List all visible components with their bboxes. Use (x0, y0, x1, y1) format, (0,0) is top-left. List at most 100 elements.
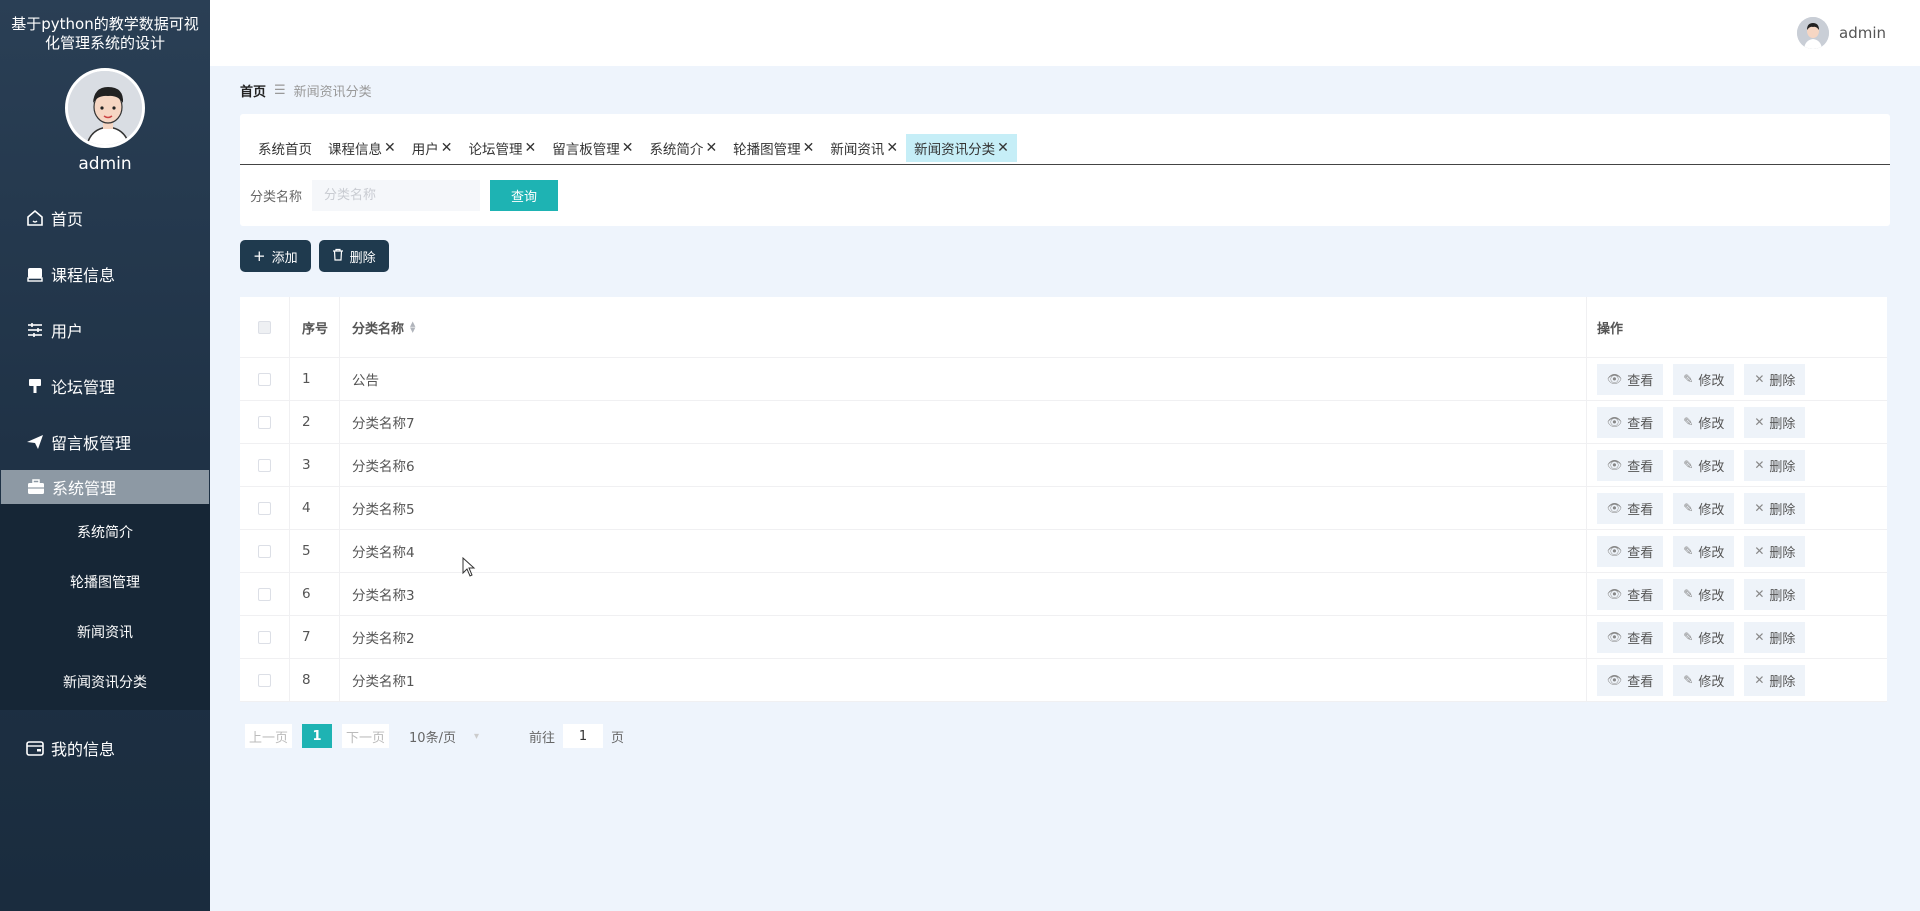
row-checkbox[interactable] (258, 501, 271, 515)
col-index: 序号 (290, 297, 340, 357)
row-delete-button[interactable]: ✕ 删除 (1744, 406, 1806, 438)
row-index: 2 (290, 401, 340, 443)
view-label: 查看 (1627, 631, 1654, 647)
close-icon[interactable]: ✕ (524, 140, 536, 156)
edit-icon: ✎ (1683, 544, 1694, 558)
next-page-button[interactable]: 下一页 (342, 724, 390, 748)
row-checkbox[interactable] (258, 587, 271, 601)
sidebar-item-users[interactable]: 用户 (0, 302, 210, 358)
edit-button[interactable]: ✎ 修改 (1673, 449, 1735, 481)
row-delete-button[interactable]: ✕ 删除 (1744, 664, 1806, 696)
prev-page-button[interactable]: 上一页 (245, 724, 293, 748)
edit-button[interactable]: ✎ 修改 (1673, 664, 1735, 696)
view-button[interactable]: 👁 查看 (1597, 492, 1664, 524)
row-delete-button[interactable]: ✕ 删除 (1744, 449, 1806, 481)
tab-forum[interactable]: 论坛管理 ✕ (460, 134, 544, 162)
tab-label: 留言板管理 (552, 142, 620, 158)
row-name: 分类名称3 (340, 573, 1587, 615)
row-delete-button[interactable]: ✕ 删除 (1744, 621, 1806, 653)
view-button[interactable]: 👁 查看 (1597, 578, 1664, 610)
tab-carousel[interactable]: 轮播图管理 ✕ (725, 134, 822, 162)
col-ops: 操作 (1597, 321, 1624, 337)
sidebar-item-system[interactable]: 系统管理 (1, 470, 209, 504)
page-size-select[interactable]: 10条/页 ▾ (409, 727, 529, 746)
tab-course[interactable]: 课程信息 ✕ (320, 134, 404, 162)
sidebar-item-forum[interactable]: 论坛管理 (0, 358, 210, 414)
add-button-label: 添加 (271, 250, 298, 266)
delete-label: 删除 (1769, 459, 1796, 475)
sidebar-item-guestbook[interactable]: 留言板管理 (0, 414, 210, 470)
row-checkbox[interactable] (258, 372, 271, 386)
submenu-item-carousel[interactable]: 轮播图管理 (0, 557, 210, 607)
view-button[interactable]: 👁 查看 (1597, 621, 1664, 653)
row-ops: 👁 查看 ✎ 修改 ✕ 删除 (1587, 530, 1887, 572)
edit-button[interactable]: ✎ 修改 (1673, 492, 1735, 524)
tab-home[interactable]: 系统首页 (250, 134, 320, 162)
sidebar: 基于python的教学数据可视化管理系统的设计 admin 首页 课程信息 用户… (0, 0, 210, 911)
avatar[interactable] (65, 68, 145, 148)
row-index: 3 (290, 444, 340, 486)
view-label: 查看 (1627, 416, 1654, 432)
row-delete-button[interactable]: ✕ 删除 (1744, 363, 1806, 395)
sidebar-item-home[interactable]: 首页 (0, 190, 210, 246)
view-button[interactable]: 👁 查看 (1597, 449, 1664, 481)
query-button[interactable]: 查询 (490, 180, 559, 211)
row-checkbox[interactable] (258, 544, 271, 558)
edit-button[interactable]: ✎ 修改 (1673, 363, 1735, 395)
edit-button[interactable]: ✎ 修改 (1673, 406, 1735, 438)
tab-news[interactable]: 新闻资讯 ✕ (822, 134, 906, 162)
user-avatar-icon (1797, 17, 1829, 49)
view-button[interactable]: 👁 查看 (1597, 664, 1664, 696)
close-icon[interactable]: ✕ (886, 140, 898, 156)
add-button[interactable]: + 添加 (240, 240, 311, 272)
view-button[interactable]: 👁 查看 (1597, 363, 1664, 395)
row-checkbox[interactable] (258, 673, 271, 687)
row-delete-button[interactable]: ✕ 删除 (1744, 535, 1806, 567)
col-name[interactable]: 分类名称 ▲ ▼ (340, 297, 1587, 357)
row-name: 分类名称4 (340, 530, 1587, 572)
edit-icon: ✎ (1683, 501, 1694, 515)
tab-news-category[interactable]: 新闻资讯分类 ✕ (906, 134, 1017, 162)
select-all-checkbox[interactable] (258, 320, 271, 334)
col-name-label: 分类名称 (352, 321, 405, 337)
row-checkbox[interactable] (258, 630, 271, 644)
tab-users[interactable]: 用户 ✕ (404, 134, 461, 162)
goto-page-input[interactable] (563, 724, 604, 748)
page-number-button[interactable]: 1 (302, 724, 333, 748)
tab-intro[interactable]: 系统简介 ✕ (641, 134, 725, 162)
tab-label: 系统简介 (649, 142, 704, 158)
row-delete-button[interactable]: ✕ 删除 (1744, 578, 1806, 610)
row-delete-button[interactable]: ✕ 删除 (1744, 492, 1806, 524)
breadcrumb-home[interactable]: 首页 (240, 81, 266, 100)
delete-button[interactable]: 删除 (318, 240, 389, 272)
sidebar-item-my-info[interactable]: 我的信息 (0, 720, 210, 776)
edit-button[interactable]: ✎ 修改 (1673, 535, 1735, 567)
sidebar-item-course[interactable]: 课程信息 (0, 246, 210, 302)
submenu-item-news[interactable]: 新闻资讯 (0, 607, 210, 657)
row-checkbox[interactable] (258, 458, 271, 472)
close-icon[interactable]: ✕ (384, 140, 396, 156)
close-icon: ✕ (1754, 673, 1765, 687)
view-button[interactable]: 👁 查看 (1597, 406, 1664, 438)
delete-label: 删除 (1769, 373, 1796, 389)
close-icon[interactable]: ✕ (997, 140, 1009, 156)
tab-guestbook[interactable]: 留言板管理 ✕ (544, 134, 641, 162)
sort-icon[interactable]: ▲ ▼ (410, 321, 415, 334)
edit-button[interactable]: ✎ 修改 (1673, 621, 1735, 653)
close-icon[interactable]: ✕ (622, 140, 634, 156)
close-icon[interactable]: ✕ (803, 140, 815, 156)
submenu-item-news-category[interactable]: 新闻资讯分类 (0, 657, 210, 707)
edit-button[interactable]: ✎ 修改 (1673, 578, 1735, 610)
view-button[interactable]: 👁 查看 (1597, 535, 1664, 567)
search-input[interactable] (312, 180, 481, 211)
row-select-cell (240, 573, 290, 615)
close-icon[interactable]: ✕ (705, 140, 717, 156)
header-user[interactable]: admin (1797, 17, 1886, 49)
row-name: 分类名称2 (340, 616, 1587, 658)
close-icon[interactable]: ✕ (441, 140, 453, 156)
row-checkbox[interactable] (258, 415, 271, 429)
eye-icon: 👁 (1607, 587, 1623, 601)
briefcase-icon (25, 476, 47, 498)
view-label: 查看 (1627, 459, 1654, 475)
submenu-item-intro[interactable]: 系统简介 (0, 507, 210, 557)
